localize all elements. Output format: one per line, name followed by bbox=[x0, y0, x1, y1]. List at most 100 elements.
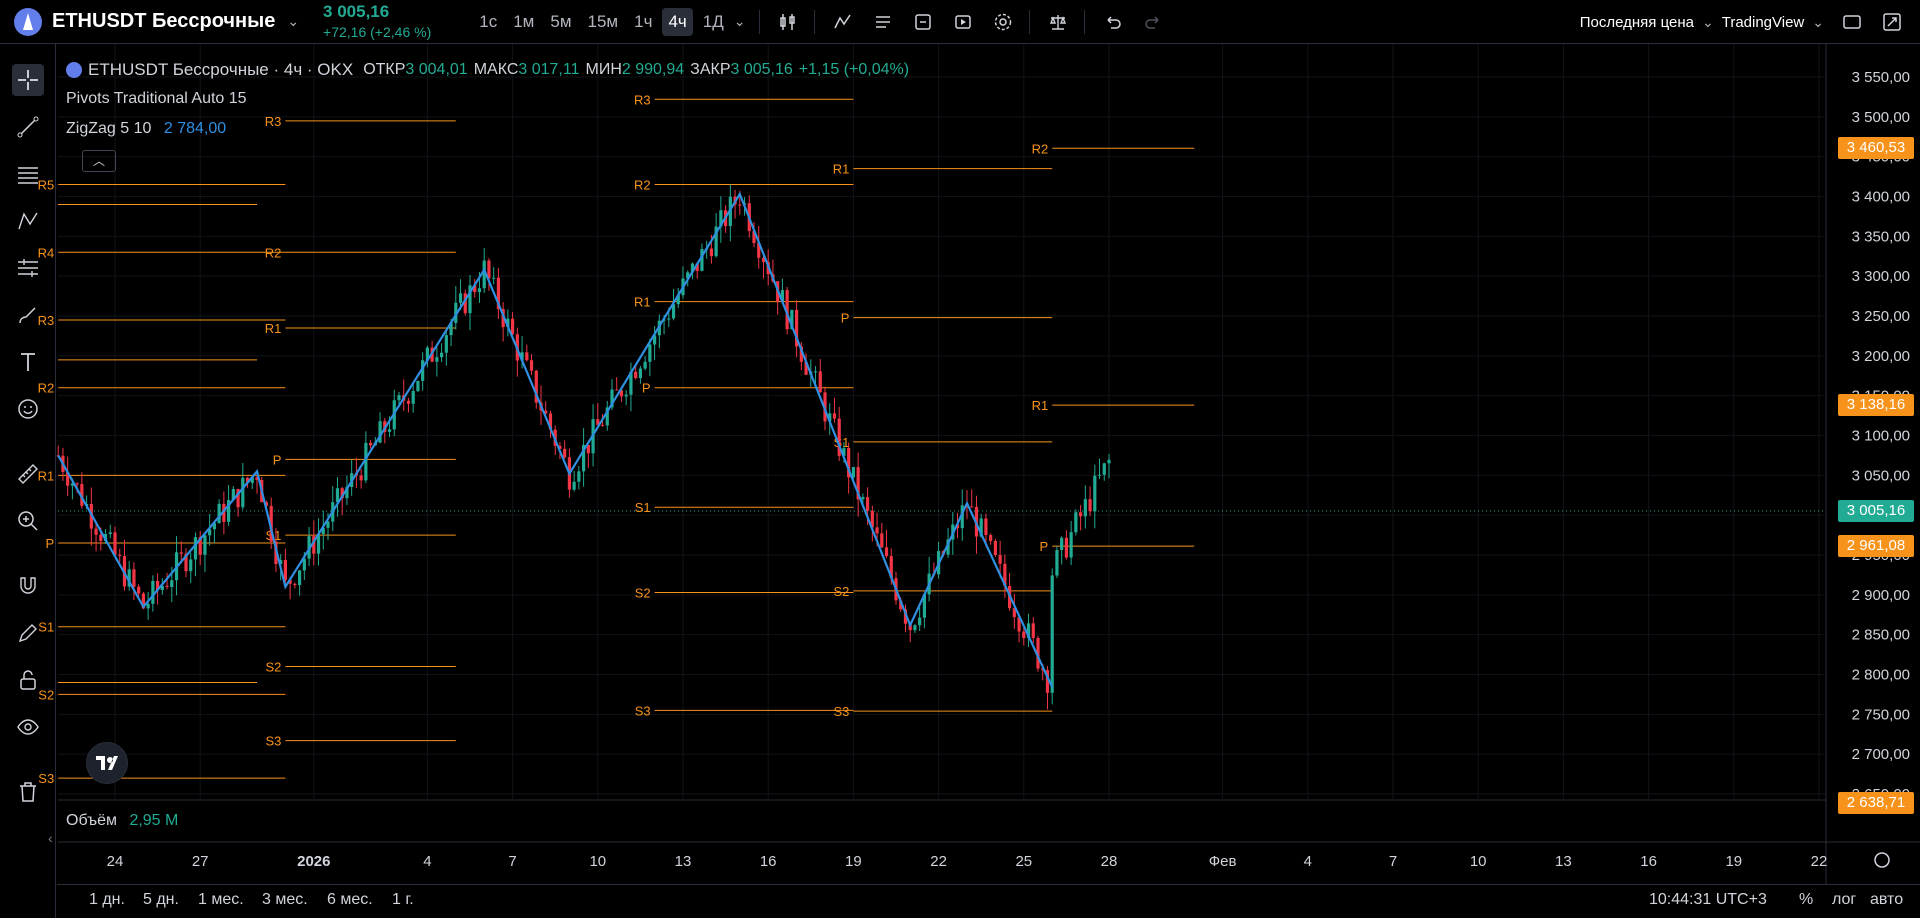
candle-body bbox=[458, 293, 463, 303]
high-value: 3 017,11 bbox=[518, 61, 580, 78]
legend-title[interactable]: ETHUSDT Бессрочные · 4ч · OKX bbox=[88, 60, 353, 80]
candle-body bbox=[118, 554, 122, 557]
candle-body bbox=[298, 570, 302, 586]
y-tick-label: 3 100,00 bbox=[1852, 428, 1910, 445]
volume-label: Объём bbox=[66, 812, 117, 829]
y-tick-label: 2 900,00 bbox=[1852, 587, 1910, 604]
pivot-level-label: S2 bbox=[265, 660, 281, 675]
pivot-level-label: R1 bbox=[38, 468, 55, 483]
candle-body bbox=[146, 603, 150, 609]
x-tick-label: 13 bbox=[675, 853, 692, 870]
candles bbox=[56, 184, 1111, 710]
range-6m[interactable]: 6 мес. bbox=[327, 891, 373, 909]
pivot-level-label: P bbox=[642, 381, 651, 396]
candle-body bbox=[444, 335, 448, 353]
pivot-level-label: S3 bbox=[635, 703, 651, 718]
pivot-level-label: S2 bbox=[38, 687, 54, 702]
open-value: 3 004,01 bbox=[405, 61, 468, 78]
x-tick-label: 27 bbox=[192, 853, 209, 870]
percent-toggle[interactable]: % bbox=[1799, 891, 1813, 909]
candle-body bbox=[643, 361, 647, 369]
candle-body bbox=[913, 625, 917, 631]
x-tick-label: 7 bbox=[508, 853, 516, 870]
candle-body bbox=[1050, 575, 1054, 693]
range-1m[interactable]: 1 мес. bbox=[198, 891, 244, 909]
pivot-level-label: R4 bbox=[38, 245, 55, 260]
range-1y[interactable]: 1 г. bbox=[392, 891, 414, 909]
x-tick-label: 25 bbox=[1015, 853, 1032, 870]
range-5d[interactable]: 5 дн. bbox=[143, 891, 179, 909]
candle-body bbox=[1102, 463, 1106, 475]
y-tick-label: 3 400,00 bbox=[1852, 189, 1910, 206]
pivot-level-label: S1 bbox=[635, 500, 651, 515]
candle-body bbox=[511, 318, 515, 335]
pivot-level-label: P bbox=[273, 452, 282, 467]
eth-small-icon bbox=[66, 62, 82, 78]
y-tick-label: 2 700,00 bbox=[1852, 746, 1910, 763]
collapse-legend-chevron-up-icon[interactable]: ︿ bbox=[82, 150, 116, 172]
x-tick-label: 10 bbox=[589, 853, 606, 870]
y-tick-label: 2 750,00 bbox=[1852, 706, 1910, 723]
candle-body bbox=[529, 360, 534, 371]
log-toggle[interactable]: лог bbox=[1832, 891, 1856, 909]
auto-toggle[interactable]: авто bbox=[1870, 891, 1903, 909]
zigzag-legend[interactable]: ZigZag 5 10 2 784,00 bbox=[66, 120, 226, 138]
pivot-level-label: R3 bbox=[38, 313, 55, 328]
candle-body bbox=[1022, 631, 1026, 639]
candle-body bbox=[832, 413, 837, 419]
range-3m[interactable]: 3 мес. bbox=[262, 891, 308, 909]
pivot-level-label: R2 bbox=[38, 381, 55, 396]
x-tick-label: 22 bbox=[930, 853, 947, 870]
tradingview-logo-icon[interactable] bbox=[86, 742, 128, 784]
candle-body bbox=[989, 535, 993, 541]
candle-body bbox=[132, 569, 136, 587]
x-tick-label: 28 bbox=[1101, 853, 1118, 870]
zigzag-label: ZigZag 5 10 bbox=[66, 120, 152, 137]
y-tick-label: 2 800,00 bbox=[1852, 667, 1910, 684]
candle-body bbox=[984, 518, 988, 536]
pivot-level-label: R3 bbox=[634, 92, 651, 107]
candle-body bbox=[918, 617, 922, 626]
y-tick-label: 3 200,00 bbox=[1852, 348, 1910, 365]
pivots-indicator-label[interactable]: Pivots Traditional Auto 15 bbox=[66, 90, 247, 108]
candle-body bbox=[283, 560, 287, 580]
candle-body bbox=[600, 424, 605, 426]
pivot-level-label: P bbox=[1040, 539, 1049, 554]
candle-body bbox=[203, 535, 207, 555]
candle-body bbox=[492, 277, 496, 279]
price-tag: 2 638,71 bbox=[1838, 791, 1914, 814]
candle-body bbox=[435, 357, 439, 362]
candle-body bbox=[624, 394, 628, 397]
x-tick-label: 7 bbox=[1389, 853, 1397, 870]
candle-body bbox=[667, 318, 671, 320]
zigzag-value: 2 784,00 bbox=[163, 120, 227, 137]
pivot-level-label: R1 bbox=[1032, 398, 1049, 413]
clock-time[interactable]: 10:44:31 UTC+3 bbox=[1649, 891, 1767, 909]
candle-body bbox=[648, 344, 652, 362]
candle-body bbox=[638, 368, 642, 379]
candle-body bbox=[884, 547, 889, 557]
axis-settings-gear-icon[interactable] bbox=[1874, 852, 1890, 868]
close-value: 3 005,16 bbox=[730, 61, 793, 78]
candle-body bbox=[1083, 499, 1087, 517]
pivot-level-label: S3 bbox=[833, 704, 849, 719]
pivot-level-label: R2 bbox=[1032, 141, 1049, 156]
pivot-level-label: P bbox=[46, 536, 55, 551]
x-tick-label: 16 bbox=[760, 853, 777, 870]
price-tag: 3 460,53 bbox=[1838, 137, 1914, 160]
chart-canvas[interactable]: 3 550,003 500,003 450,003 400,003 350,00… bbox=[0, 0, 1920, 918]
candle-body bbox=[1064, 537, 1068, 558]
x-tick-label: Фев bbox=[1209, 853, 1237, 870]
price-tag: 3 138,16 bbox=[1838, 394, 1914, 417]
volume-value: 2,95 M bbox=[129, 812, 179, 829]
candle-body bbox=[1097, 474, 1102, 476]
candle-body bbox=[369, 442, 373, 446]
high-label: МАКС bbox=[473, 61, 519, 78]
candle-body bbox=[875, 527, 879, 534]
pivot-level-label: S2 bbox=[833, 584, 849, 599]
candle-body bbox=[189, 559, 193, 572]
candle-body bbox=[880, 533, 884, 548]
range-1d[interactable]: 1 дн. bbox=[89, 891, 125, 909]
candle-body bbox=[577, 471, 581, 482]
candle-body bbox=[1079, 512, 1083, 517]
